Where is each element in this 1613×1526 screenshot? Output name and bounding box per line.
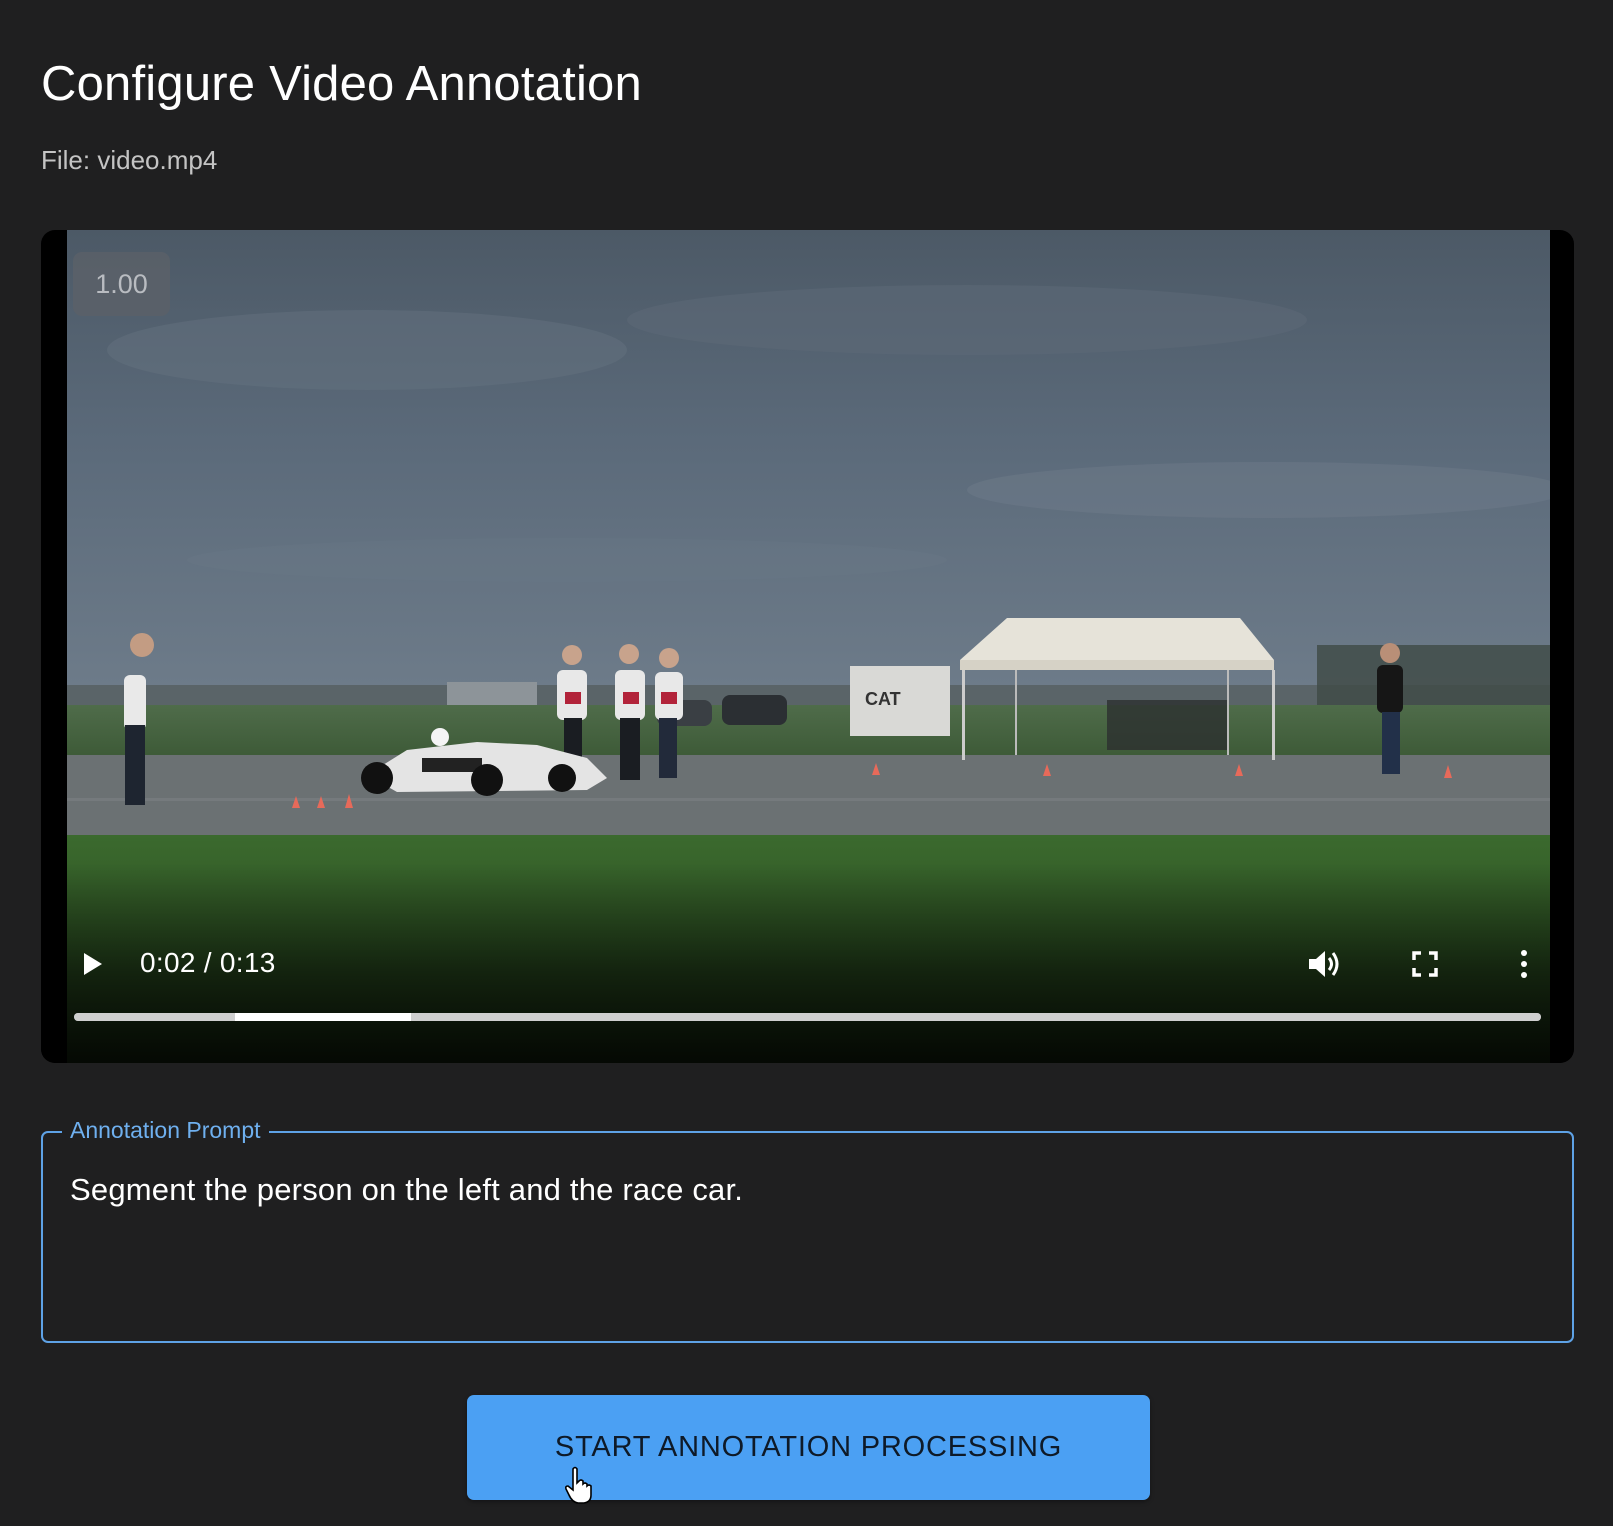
annotation-prompt-label: Annotation Prompt: [62, 1117, 269, 1144]
progress-bar[interactable]: [74, 1013, 1541, 1021]
play-icon: [84, 953, 102, 975]
page-title: Configure Video Annotation: [41, 57, 642, 111]
file-name-label: File: video.mp4: [41, 145, 218, 175]
svg-text:CAT: CAT: [865, 689, 901, 709]
annotation-prompt-input[interactable]: Segment the person on the left and the r…: [70, 1172, 1550, 1208]
fullscreen-button[interactable]: [1405, 944, 1445, 984]
play-button[interactable]: [77, 946, 109, 982]
video-player[interactable]: CAT: [41, 230, 1574, 1063]
progress-played-window: [235, 1013, 412, 1021]
playback-speed-badge[interactable]: 1.00: [73, 252, 170, 316]
hand-cursor-icon: [564, 1466, 592, 1504]
more-vertical-icon: [1521, 950, 1527, 978]
fullscreen-icon: [1412, 951, 1438, 977]
configure-video-annotation-page: Configure Video Annotation File: video.m…: [0, 0, 1613, 1526]
playback-time: 0:02 / 0:13: [140, 947, 276, 978]
volume-icon: [1309, 951, 1339, 977]
more-options-button[interactable]: [1504, 944, 1544, 984]
annotation-prompt-field[interactable]: [41, 1131, 1574, 1343]
volume-button[interactable]: [1305, 944, 1345, 984]
